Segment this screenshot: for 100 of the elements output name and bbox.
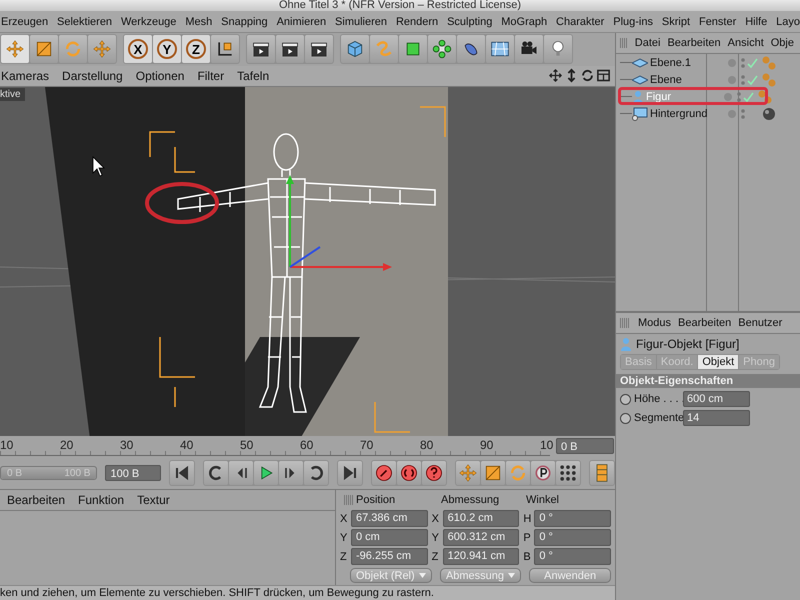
auto-key-button[interactable] [397, 461, 421, 486]
menu-item[interactable]: Charakter [555, 16, 604, 28]
menu-item[interactable]: Selektieren [56, 16, 112, 28]
object-name[interactable]: Hintergrund [648, 108, 726, 120]
camera-button[interactable] [515, 35, 543, 64]
render-settings-button[interactable] [305, 35, 333, 64]
next-frame-button[interactable] [279, 461, 303, 486]
value-field[interactable]: 14 [683, 410, 750, 426]
menu-item[interactable]: Textur [136, 493, 170, 507]
coordinate-field[interactable]: 610.2 cm [442, 510, 520, 527]
coordinate-field[interactable]: 120.941 cm [442, 548, 520, 565]
go-to-end-button[interactable] [338, 461, 362, 486]
previous-frame-button[interactable] [229, 461, 253, 486]
next-key-button[interactable] [304, 461, 328, 486]
visibility-dot[interactable] [728, 58, 736, 66]
array-button[interactable] [428, 35, 456, 64]
panel-layout-icon[interactable] [596, 68, 611, 84]
render-view-button[interactable] [247, 35, 275, 64]
move-tool-button[interactable] [1, 35, 29, 64]
go-to-start-button[interactable] [170, 461, 194, 486]
section-header: Objekt-Eigenschaften [616, 374, 800, 388]
menu-item[interactable]: Skript [660, 16, 690, 28]
menu-item[interactable]: Filter [196, 68, 224, 83]
menu-item[interactable]: Werkzeuge [120, 16, 176, 28]
axis-lock-button[interactable]: X [124, 35, 152, 64]
menu-item[interactable]: Bearbeiten [6, 493, 66, 507]
enabled-check-icon[interactable] [740, 74, 758, 86]
menu-item[interactable]: Darstellung [61, 68, 123, 83]
axis-lock-button[interactable]: Z [182, 35, 210, 64]
visibility-dot[interactable] [728, 76, 736, 84]
menu-item[interactable]: Simulieren [334, 16, 388, 28]
coordinate-field[interactable]: 0 cm [351, 529, 428, 546]
menu-item[interactable]: Sculpting [446, 16, 492, 28]
play-button[interactable] [254, 461, 278, 486]
menu-item[interactable]: Tafeln [236, 68, 270, 83]
menu-item[interactable]: Optionen [134, 68, 184, 83]
menu-item[interactable]: Fenster [698, 16, 736, 28]
menu-item[interactable]: Modus [638, 317, 672, 329]
parameter-key-button[interactable] [531, 461, 555, 486]
menu-item[interactable]: Bearbeiten [667, 37, 721, 49]
move-button[interactable] [88, 35, 116, 64]
coordinate-field[interactable]: 0 ° [534, 510, 611, 527]
previous-key-button[interactable] [204, 461, 228, 486]
menu-item[interactable]: Kameras [0, 68, 50, 83]
menu-item[interactable]: MoGraph [500, 16, 548, 28]
enabled-check-icon[interactable] [740, 56, 758, 68]
menu-item[interactable]: Ansicht [728, 37, 764, 49]
menu-item[interactable]: Benutzer [738, 317, 782, 329]
deformer-button[interactable] [457, 35, 485, 64]
coordinate-system-button[interactable] [211, 35, 239, 64]
coordinate-field[interactable]: 600.312 cm [442, 529, 520, 546]
visibility-dot[interactable] [724, 92, 732, 100]
menu-item[interactable]: Obje [770, 37, 794, 49]
menu-item[interactable]: Plug-ins [612, 16, 653, 28]
timeline-button[interactable] [590, 461, 614, 486]
menu-item[interactable]: Datei [634, 37, 660, 49]
axis-lock-button[interactable]: Y [153, 35, 181, 64]
end-frame-field[interactable]: 100 B [105, 465, 161, 482]
tab[interactable]: Objekt [698, 355, 738, 369]
coordinate-field[interactable]: 67.386 cm [351, 510, 428, 527]
help-button[interactable] [422, 461, 446, 486]
menu-item[interactable]: Bearbeiten [678, 317, 732, 329]
menu-item[interactable]: Animieren [276, 16, 326, 28]
grip-icon [620, 318, 630, 328]
menu-item[interactable]: Layo [775, 16, 800, 28]
coordinate-field[interactable]: 0 ° [534, 548, 611, 565]
coordinate-field[interactable]: -96.255 cm [351, 548, 428, 565]
point-level-button[interactable] [556, 461, 580, 486]
enabled-check-icon[interactable] [736, 90, 754, 102]
material-tag-icon[interactable] [762, 106, 776, 120]
menu-item[interactable]: Erzeugen [0, 16, 48, 28]
scale-key-button[interactable] [481, 461, 505, 486]
visibility-dot[interactable] [728, 110, 736, 118]
axis-label: Z [340, 550, 348, 562]
radio-button[interactable] [620, 394, 631, 404]
floor-button[interactable] [486, 35, 514, 64]
render-picture-viewer-button[interactable] [276, 35, 304, 64]
record-key-button[interactable] [372, 461, 396, 486]
nurbs-button[interactable] [399, 35, 427, 64]
person-icon [632, 90, 644, 104]
move-arrows-icon[interactable] [548, 68, 563, 84]
position-key-button[interactable] [456, 461, 480, 486]
menu-item[interactable]: Hilfe [744, 16, 768, 28]
menu-item[interactable]: Mesh [184, 16, 212, 28]
object-name[interactable]: Ebene [648, 74, 726, 86]
coordinate-field[interactable]: 0 ° [534, 529, 611, 546]
cube-button[interactable] [341, 35, 369, 64]
object-name[interactable]: Ebene.1 [648, 56, 726, 68]
plane-icon [632, 58, 648, 68]
menu-item[interactable]: Funktion [77, 493, 124, 507]
current-frame-field[interactable]: 0 B [556, 438, 614, 454]
rotate-icon[interactable] [580, 68, 595, 84]
radio-button[interactable] [620, 412, 631, 424]
position-key-icon [458, 463, 478, 484]
menu-item[interactable]: Rendern [394, 16, 438, 28]
value-field[interactable]: 600 cm [683, 391, 750, 407]
scale-tool-button[interactable] [30, 35, 58, 64]
light-button[interactable] [544, 35, 572, 64]
axis-label: P [523, 532, 532, 544]
menu-item[interactable]: Snapping [220, 16, 268, 28]
